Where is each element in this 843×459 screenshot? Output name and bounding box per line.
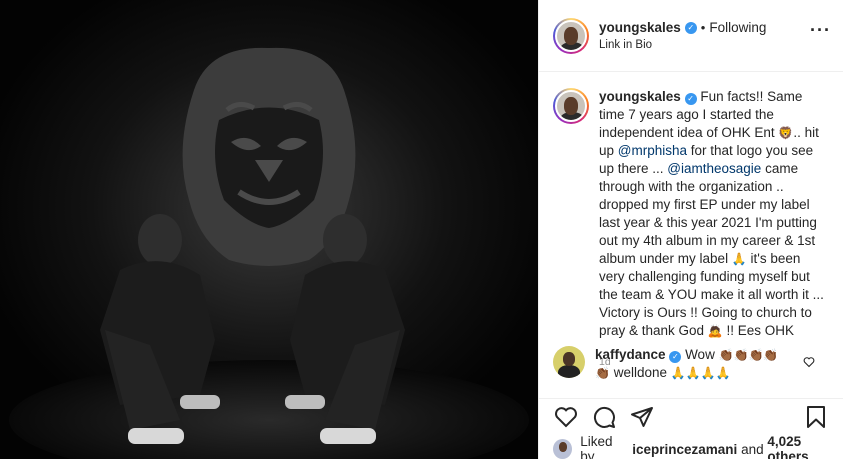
comment-part: welldone xyxy=(609,365,671,380)
lion-emoji: 🦁 xyxy=(778,126,794,140)
author-avatar[interactable] xyxy=(553,17,589,54)
comment: kaffydance ✓ Wow 👏🏾👏🏾👏🏾👏🏾 👏🏾 welldone 🙏🙏🙏… xyxy=(553,346,829,382)
caption-avatar[interactable] xyxy=(553,88,589,124)
pray-emoji: 🙏 xyxy=(731,252,747,266)
post-header: youngskales ✓ • Following Link in Bio ··… xyxy=(539,0,843,72)
following-button[interactable]: Following xyxy=(709,20,766,35)
commenter-username[interactable]: kaffydance xyxy=(595,347,666,362)
comment-icon[interactable] xyxy=(591,404,617,430)
pray-emojis: 🙏🙏🙏🙏 xyxy=(670,366,731,380)
likes-prefix: Liked by xyxy=(580,434,613,459)
post-image[interactable] xyxy=(0,0,538,459)
instagram-post: youngskales ✓ • Following Link in Bio ··… xyxy=(0,0,843,459)
liker-avatar[interactable] xyxy=(553,439,573,459)
comment-text: kaffydance ✓ Wow 👏🏾👏🏾👏🏾👏🏾 👏🏾 welldone 🙏🙏🙏… xyxy=(595,346,810,382)
share-icon[interactable] xyxy=(629,404,655,430)
likes-count[interactable]: 4,025 others xyxy=(767,434,843,459)
mention-mrphisha[interactable]: @mrphisha xyxy=(618,143,687,158)
small-heart-icon[interactable] xyxy=(803,356,815,371)
bowing-emoji: 🙇 xyxy=(707,324,723,338)
caption-text: youngskales ✓ Fun facts!! Same time 7 ye… xyxy=(599,88,829,340)
clap-emoji: 👏🏾 xyxy=(595,366,610,380)
likes-middle: and xyxy=(741,441,764,457)
verified-icon: ✓ xyxy=(684,93,697,105)
like-icon[interactable] xyxy=(553,404,579,430)
liker-username[interactable]: iceprincezamani xyxy=(632,442,737,457)
more-options-icon[interactable]: ··· xyxy=(810,20,831,41)
save-icon[interactable] xyxy=(803,404,829,430)
mention-iamtheosagie[interactable]: @iamtheosagie xyxy=(667,161,761,176)
commenter-avatar[interactable] xyxy=(553,346,585,378)
post-photo-artwork xyxy=(0,0,538,459)
caption: youngskales ✓ Fun facts!! Same time 7 ye… xyxy=(539,72,843,340)
link-in-bio[interactable]: Link in Bio xyxy=(599,39,766,51)
comment-part: Wow xyxy=(681,347,719,362)
verified-icon: ✓ xyxy=(669,351,682,363)
post-side-panel: youngskales ✓ • Following Link in Bio ··… xyxy=(538,0,843,459)
likes-summary: Liked by iceprincezamani and 4,025 other… xyxy=(553,434,843,459)
separator-dot: • xyxy=(700,20,706,35)
caption-username[interactable]: youngskales xyxy=(599,89,681,104)
caption-part: !! Ees OHK xyxy=(722,323,795,338)
verified-icon: ✓ xyxy=(684,21,697,34)
author-username[interactable]: youngskales xyxy=(599,20,681,35)
action-bar xyxy=(539,398,843,434)
clap-emojis: 👏🏾👏🏾👏🏾👏🏾 xyxy=(718,348,779,362)
